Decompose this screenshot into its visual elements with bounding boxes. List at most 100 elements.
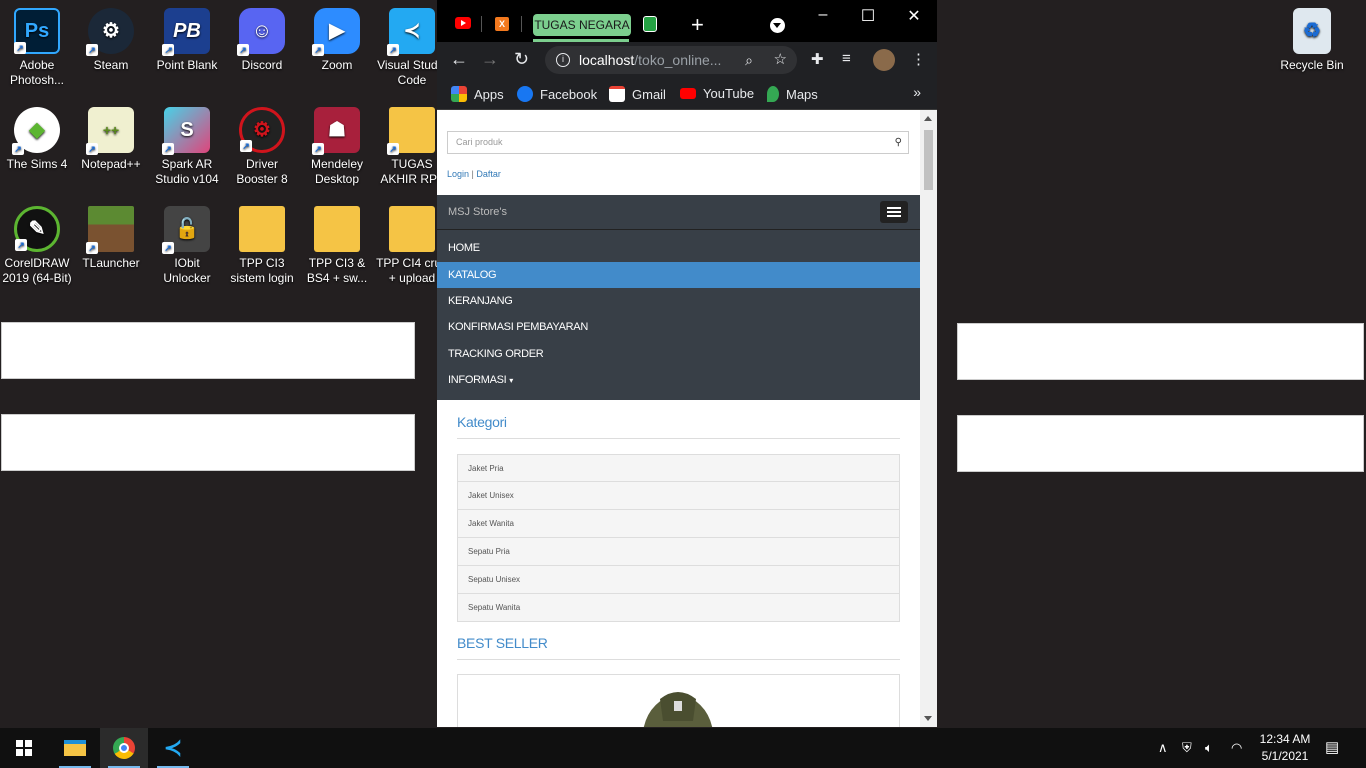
desktop-icon-recycle-bin[interactable]: ♻ Recycle Bin (1275, 8, 1349, 73)
desktop-icon-label: Point Blank (156, 58, 218, 72)
tray-overflow-icon[interactable]: ∧ (1158, 728, 1168, 768)
taskbar-chrome[interactable] (100, 728, 148, 768)
gmail-icon (609, 86, 625, 102)
scrollbar-thumb[interactable] (924, 130, 933, 190)
zoom-icon[interactable]: ⌕ (745, 46, 753, 74)
sims-icon: ◆ ↗ (12, 107, 60, 155)
notification-center-icon[interactable]: ▤ (1325, 728, 1339, 768)
wifi-icon[interactable]: ◠ (1231, 728, 1242, 768)
desktop-icon-label: Zoom (321, 58, 353, 72)
list-item[interactable]: Jaket Wanita (457, 510, 900, 538)
nav-item-informasi[interactable]: INFORMASI ▾ (437, 367, 920, 393)
address-bar[interactable]: i localhost/toko_online... ⌕ ☆ (545, 46, 797, 74)
list-item[interactable]: Jaket Unisex (457, 482, 900, 510)
tab-group-active[interactable]: TUGAS NEGARA (533, 14, 631, 42)
security-shield-icon[interactable]: ⛨ (1182, 728, 1192, 768)
start-button[interactable] (0, 728, 48, 768)
extensions-icon[interactable]: ✚ (811, 50, 824, 68)
media-control-icon[interactable]: ≡ (842, 50, 851, 67)
blank-panel (1, 414, 415, 471)
bookmark-gmail[interactable]: Gmail (609, 86, 666, 102)
bookmark-facebook[interactable]: Facebook (517, 86, 597, 102)
apps-grid-icon (451, 86, 467, 102)
register-link[interactable]: Daftar (476, 169, 501, 179)
desktop-icon-driverbooster[interactable]: ⚙ ↗ Driver Booster 8 (225, 107, 299, 187)
tab-whatsapp-icon[interactable] (643, 16, 657, 32)
bookmark-youtube[interactable]: YouTube (680, 86, 754, 101)
reload-icon[interactable]: ↻ (514, 49, 529, 70)
nav-item-katalog[interactable]: KATALOG (437, 262, 920, 288)
search-icon[interactable]: ⚲ (895, 132, 902, 153)
search-input[interactable]: Cari produk ⚲ (447, 131, 909, 154)
nav-item-home[interactable]: HOME (437, 235, 920, 261)
page-scrollbar[interactable] (920, 110, 937, 727)
tab-youtube-icon[interactable] (455, 17, 471, 29)
nav-item-keranjang[interactable]: KERANJANG (437, 288, 920, 314)
bestseller-title: BEST SELLER (457, 635, 548, 651)
avatar[interactable] (873, 49, 895, 71)
hamburger-menu-icon[interactable] (880, 201, 908, 223)
vscode-icon: ≺ (163, 735, 183, 760)
desktop-icon-steam[interactable]: ⚙ ↗ Steam (74, 8, 148, 73)
desktop-icon-folder-ci3-login[interactable]: TPP CI3 sistem login (225, 206, 299, 286)
taskbar-vscode[interactable]: ≺ (149, 728, 197, 768)
list-item[interactable]: Jaket Pria (457, 454, 900, 482)
nav-item-tracking[interactable]: TRACKING ORDER (437, 341, 920, 367)
system-clock[interactable]: 12:34 AM 5/1/2021 (1250, 731, 1320, 765)
bookmarks-overflow-icon[interactable]: » (913, 84, 921, 100)
brand-name[interactable]: MSJ Store's (448, 206, 507, 218)
desktop-icon-mendeley[interactable]: ☗ ↗ Mendeley Desktop (300, 107, 374, 187)
list-item[interactable]: Sepatu Unisex (457, 566, 900, 594)
desktop-icon-notepadpp[interactable]: ++ ↗ Notepad++ (74, 107, 148, 172)
back-icon[interactable]: ← (450, 49, 468, 70)
driverbooster-icon: ⚙ ↗ (239, 107, 285, 153)
desktop-icon-pointblank[interactable]: PB ↗ Point Blank (150, 8, 224, 73)
scroll-up-icon[interactable] (924, 116, 932, 121)
mendeley-icon: ☗ ↗ (312, 107, 360, 155)
list-item[interactable]: Sepatu Wanita (457, 594, 900, 622)
list-item[interactable]: Sepatu Pria (457, 538, 900, 566)
desktop-icon-photoshop[interactable]: Ps ↗ Adobe Photosh... (0, 8, 74, 88)
browser-toolbar: ← → ↻ i localhost/toko_online... ⌕ ☆ ✚ ≡… (437, 42, 937, 78)
desktop-icon-sparkar[interactable]: S ↗ Spark AR Studio v104 (150, 107, 224, 187)
desktop-icon-iobit[interactable]: 🔓 ↗ IObit Unlocker (150, 206, 224, 286)
bookmarks-bar: Apps Facebook Gmail YouTube Maps » (437, 78, 937, 110)
new-tab-icon[interactable]: + (691, 12, 704, 38)
desktop-icon-sims[interactable]: ◆ ↗ The Sims 4 (0, 107, 74, 172)
tlauncher-icon: ↗ (86, 206, 134, 254)
bookmark-apps[interactable]: Apps (451, 86, 504, 102)
bookmark-maps[interactable]: Maps (767, 86, 818, 102)
maximize-icon[interactable]: ☐ (858, 6, 878, 26)
login-link[interactable]: Login (447, 169, 469, 179)
scroll-down-icon[interactable] (924, 716, 932, 721)
volume-icon[interactable]: 🔈︎ (1205, 728, 1213, 768)
desktop-icon-label: CorelDRAW 2019 (64-Bit) (2, 256, 72, 285)
close-icon[interactable]: ✕ (904, 6, 924, 26)
desktop-icon-label: TPP CI3 & BS4 + sw... (306, 256, 368, 285)
search-placeholder: Cari produk (456, 137, 503, 147)
notepadpp-icon: ++ ↗ (86, 107, 134, 155)
iobit-unlocker-icon: 🔓 ↗ (162, 206, 210, 254)
desktop-icon-label: The Sims 4 (6, 157, 68, 171)
desktop-icon-folder-ci3-bs4[interactable]: TPP CI3 & BS4 + sw... (300, 206, 374, 286)
main-navbar: MSJ Store's HOME KATALOG KERANJANG KONFI… (437, 195, 920, 400)
desktop-icon-label: Driver Booster 8 (236, 157, 288, 186)
tab-search-icon[interactable] (770, 18, 785, 33)
desktop-icon-coreldraw[interactable]: ✎ ↗ CorelDRAW 2019 (64-Bit) (0, 206, 74, 286)
desktop-icon-label: IObit Unlocker (163, 256, 211, 285)
forward-icon[interactable]: → (481, 49, 499, 70)
desktop-icon-tlauncher[interactable]: ↗ TLauncher (74, 206, 148, 271)
bookmark-star-icon[interactable]: ☆ (774, 46, 787, 74)
category-title: Kategori (457, 414, 507, 430)
desktop-icon-zoom[interactable]: ▶ ↗ Zoom (300, 8, 374, 73)
taskbar-file-explorer[interactable] (51, 728, 99, 768)
nav-item-konfirmasi[interactable]: KONFIRMASI PEMBAYARAN (437, 314, 920, 340)
chrome-icon (113, 737, 135, 759)
minimize-icon[interactable]: – (813, 6, 833, 24)
desktop-icon-discord[interactable]: ☺ ↗ Discord (225, 8, 299, 73)
menu-kebab-icon[interactable]: ⋮ (911, 50, 926, 68)
sparkar-icon: S ↗ (162, 107, 210, 155)
tab-xampp-icon[interactable]: X (495, 17, 509, 31)
site-info-icon[interactable]: i (556, 53, 570, 67)
product-card[interactable] (457, 674, 900, 727)
